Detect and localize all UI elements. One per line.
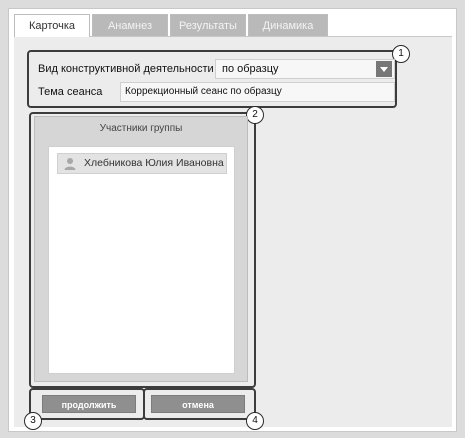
- tab-anamnesis[interactable]: Анамнез: [92, 14, 168, 36]
- person-icon: [64, 158, 76, 170]
- activity-select[interactable]: по образцу: [215, 59, 395, 79]
- list-item-member[interactable]: Хлебникова Юлия Ивановна: [57, 153, 227, 174]
- member-name: Хлебникова Юлия Ивановна: [84, 157, 224, 169]
- tab-card[interactable]: Карточка: [14, 14, 90, 37]
- tab-results[interactable]: Результаты: [170, 14, 246, 36]
- participants-list[interactable]: Хлебникова Юлия Ивановна: [48, 146, 235, 374]
- cancel-button[interactable]: отмена: [151, 395, 245, 413]
- chevron-down-icon[interactable]: [376, 61, 392, 77]
- topic-label: Тема сеанса: [38, 86, 103, 98]
- activity-label: Вид конструктивной деятельности: [38, 63, 214, 75]
- activity-select-value: по образцу: [222, 63, 279, 75]
- callout-3: 3: [24, 412, 42, 430]
- topic-field[interactable]: Коррекционный сеанс по образцу: [120, 82, 395, 102]
- participants-panel: Участники группы Хлебникова Юлия Ивановн…: [34, 116, 248, 382]
- continue-button[interactable]: продолжить: [42, 395, 136, 413]
- tab-dynamics[interactable]: Динамика: [248, 14, 328, 36]
- callout-2: 2: [246, 106, 264, 124]
- topic-row: Тема сеанса Коррекционный сеанс по образ…: [38, 81, 395, 103]
- activity-row: Вид конструктивной деятельности по образ…: [38, 58, 395, 80]
- participants-title: Участники группы: [99, 123, 183, 134]
- callout-4: 4: [246, 412, 264, 430]
